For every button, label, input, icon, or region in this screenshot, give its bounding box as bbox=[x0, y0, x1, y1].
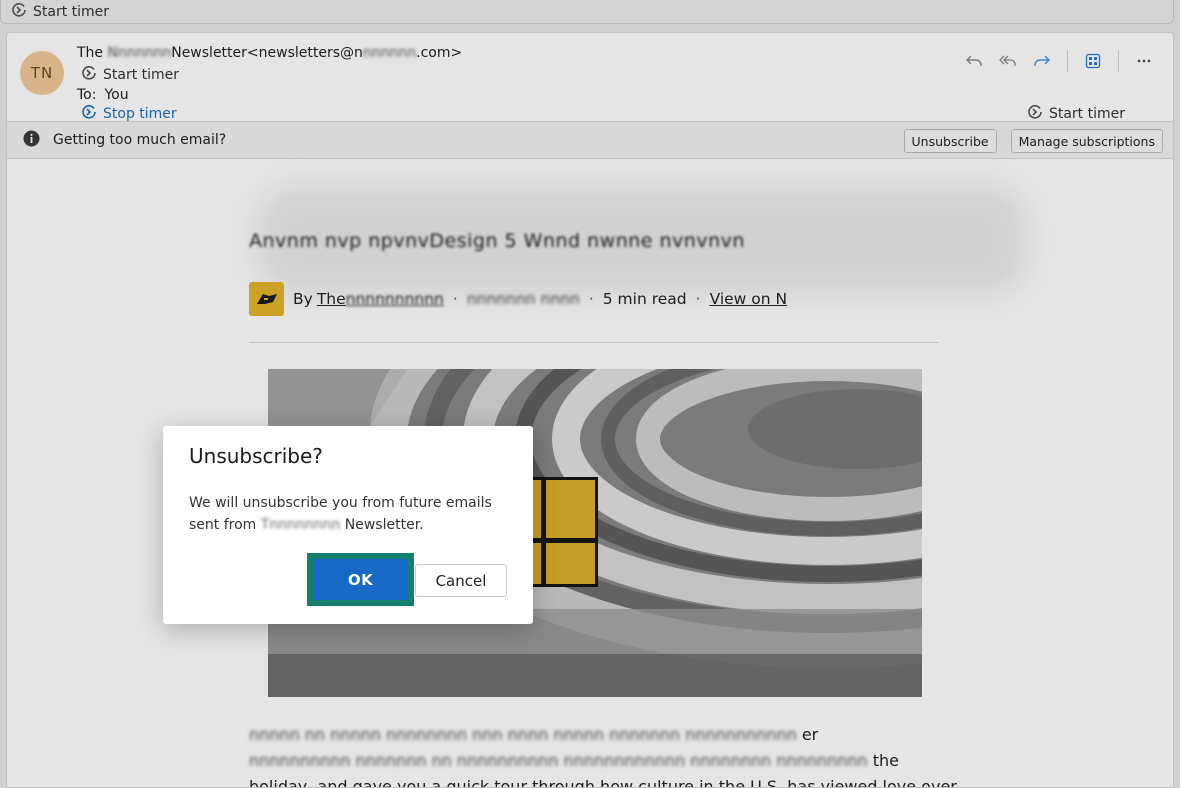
dialog-title: Unsubscribe? bbox=[189, 444, 323, 468]
modal-backdrop bbox=[0, 0, 1180, 788]
dialog-message: We will unsubscribe you from future emai… bbox=[189, 495, 492, 533]
unsubscribe-dialog: Unsubscribe? We will unsubscribe you fro… bbox=[163, 426, 533, 624]
cancel-button[interactable]: Cancel bbox=[415, 564, 507, 597]
ok-button[interactable]: OK bbox=[313, 559, 408, 600]
ok-button-focus-ring: OK bbox=[307, 553, 414, 606]
